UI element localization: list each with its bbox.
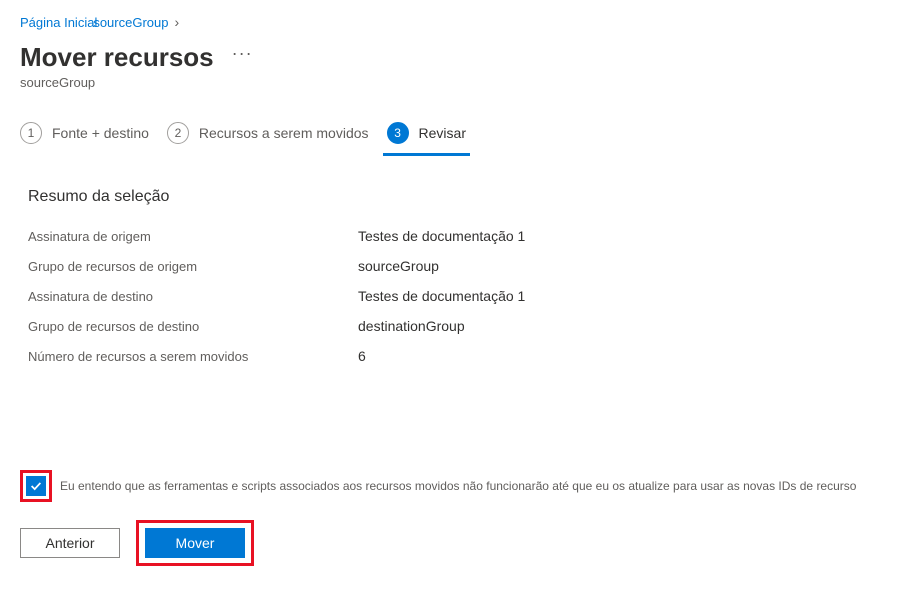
summary-row-source-group: Grupo de recursos de origem sourceGroup [28, 258, 901, 274]
acknowledge-checkbox[interactable] [26, 476, 46, 496]
footer: Eu entendo que as ferramentas e scripts … [20, 470, 921, 566]
wizard-step-review[interactable]: 3 Revisar [387, 122, 466, 154]
summary-label: Grupo de recursos de origem [28, 259, 358, 274]
summary-label: Assinatura de origem [28, 229, 358, 244]
summary-row-target-group: Grupo de recursos de destino destination… [28, 318, 901, 334]
check-icon [29, 479, 43, 493]
chevron-right-icon: › [174, 14, 179, 30]
step-label: Revisar [419, 125, 466, 141]
breadcrumb-home[interactable]: Página Inicial [20, 15, 97, 30]
summary-grid: Assinatura de origem Testes de documenta… [28, 228, 901, 364]
more-icon[interactable]: ··· [232, 43, 253, 72]
title-row: Mover recursos ··· [20, 42, 901, 73]
wizard-step-resources[interactable]: 2 Recursos a serem movidos [167, 122, 369, 154]
summary-row-target-subscription: Assinatura de destino Testes de document… [28, 288, 901, 304]
step-label: Fonte + destino [52, 125, 149, 141]
button-row: Anterior Mover [20, 520, 921, 566]
wizard-step-source-target[interactable]: 1 Fonte + destino [20, 122, 149, 154]
acknowledge-text: Eu entendo que as ferramentas e scripts … [60, 479, 856, 493]
summary-label: Grupo de recursos de destino [28, 319, 358, 334]
summary-value: Testes de documentação 1 [358, 228, 525, 244]
highlight-box [20, 470, 52, 502]
move-button[interactable]: Mover [145, 528, 245, 558]
previous-button[interactable]: Anterior [20, 528, 120, 558]
breadcrumb: Página Inicial sourceGroup › [20, 14, 901, 30]
summary-value: Testes de documentação 1 [358, 288, 525, 304]
summary-row-source-subscription: Assinatura de origem Testes de documenta… [28, 228, 901, 244]
step-number: 3 [387, 122, 409, 144]
summary-value: sourceGroup [358, 258, 439, 274]
summary-label: Número de recursos a serem movidos [28, 349, 358, 364]
summary-value: 6 [358, 348, 366, 364]
highlight-box: Mover [136, 520, 254, 566]
step-number: 2 [167, 122, 189, 144]
page-title: Mover recursos [20, 42, 214, 73]
summary-value: destinationGroup [358, 318, 465, 334]
wizard-steps: 1 Fonte + destino 2 Recursos a serem mov… [20, 122, 901, 154]
acknowledgment-row: Eu entendo que as ferramentas e scripts … [20, 470, 921, 502]
step-label: Recursos a serem movidos [199, 125, 369, 141]
page-subtitle: sourceGroup [20, 75, 901, 90]
breadcrumb-group[interactable]: sourceGroup [93, 15, 168, 30]
summary-label: Assinatura de destino [28, 289, 358, 304]
summary-row-count: Número de recursos a serem movidos 6 [28, 348, 901, 364]
step-number: 1 [20, 122, 42, 144]
section-heading: Resumo da seleção [28, 188, 901, 206]
